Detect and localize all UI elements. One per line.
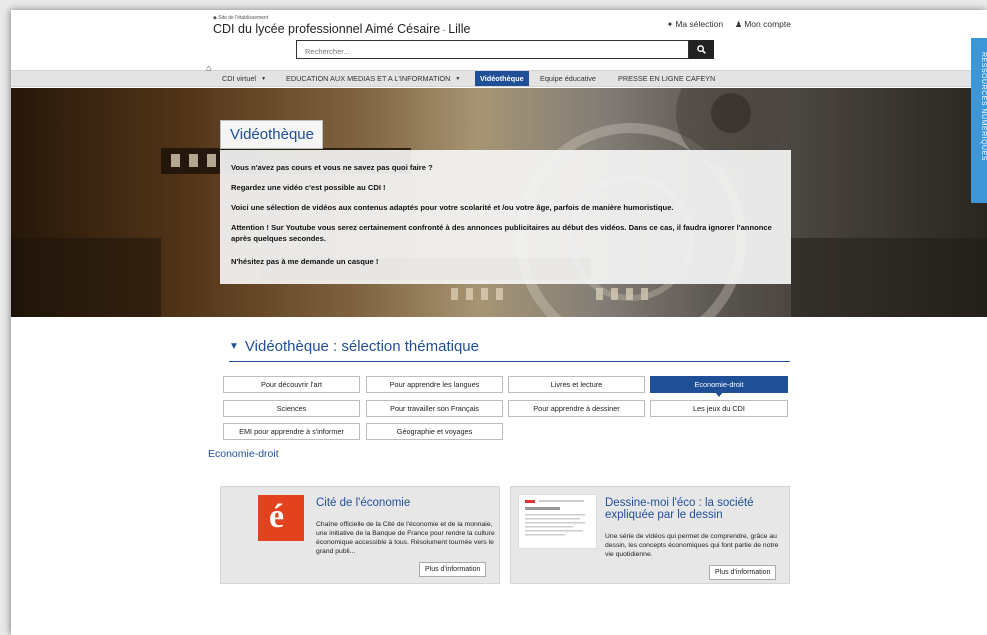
site-title-text: CDI du lycée professionnel Aimé Césaire xyxy=(213,22,441,36)
tag-emi-informer[interactable]: EMI pour apprendre à s'informer xyxy=(223,423,360,440)
nav-item-label: Vidéothèque xyxy=(480,74,524,83)
nav-item-label: Equipe éducative xyxy=(540,74,596,83)
browser-page: ◆ Site de l'établissement CDI du lycée p… xyxy=(11,10,987,635)
tag-jeux-cdi[interactable]: Les jeux du CDI xyxy=(650,400,788,417)
dessine-moi-eco-thumbnail xyxy=(518,494,597,549)
logo-letter: é xyxy=(269,498,285,535)
hero-title: Vidéothèque xyxy=(220,120,323,149)
site-title-city: Lille xyxy=(448,22,471,36)
hero-paragraph: N'hésitez pas à me demande un casque ! xyxy=(231,257,379,266)
active-filter-label: Economie-droit xyxy=(208,448,279,460)
hero-paragraph: Attention ! Sur Youtube vous serez certa… xyxy=(231,223,772,243)
tag-apprendre-dessiner[interactable]: Pour apprendre à dessiner xyxy=(508,400,645,417)
chevron-down-icon: ▼ xyxy=(455,75,461,82)
cite-economie-logo: é xyxy=(258,495,304,541)
resource-card-cite-economie[interactable]: é Cité de l'économie Chaîne officielle d… xyxy=(220,486,500,584)
tag-economie-droit[interactable]: Economie-droit xyxy=(650,376,788,397)
site-title-separator: - xyxy=(440,25,449,35)
tag-decouvrir-art[interactable]: Pour découvrir l'art xyxy=(223,376,360,393)
section-title[interactable]: ▼ Vidéothèque : sélection thématique xyxy=(229,338,479,355)
hero-paragraph: Regardez une vidéo c'est possible au CDI… xyxy=(231,183,386,192)
tag-travailler-francais[interactable]: Pour travailler son Français xyxy=(366,400,503,417)
thumbnail-document-icon xyxy=(525,500,585,536)
nav-item-cdi-virtuel[interactable]: CDI virtuel ▼ xyxy=(217,71,271,86)
hero-intro-card: Vous n'avez pas cours et vous ne savez p… xyxy=(220,150,791,284)
nav-item-presse-cafeyn[interactable]: PRESSE EN LIGNE CAFEYN xyxy=(613,71,720,86)
card-title[interactable]: Dessine-moi l'éco : la société expliquée… xyxy=(605,497,785,521)
search-icon xyxy=(697,45,706,54)
tag-geographie-voyages[interactable]: Géographie et voyages xyxy=(366,423,503,440)
top-links: ✦ Ma sélection ♟ Mon compte xyxy=(667,19,791,29)
caret-down-icon: ▼ xyxy=(229,341,239,352)
nav-item-videotheque[interactable]: Vidéothèque xyxy=(475,71,529,86)
nav-item-label: EDUCATION AUX MEDIAS ET A L'INFORMATION xyxy=(286,74,451,83)
card-title[interactable]: Cité de l'économie xyxy=(316,497,496,509)
nav-item-label: PRESSE EN LIGNE CAFEYN xyxy=(618,74,716,83)
more-info-button[interactable]: Plus d'information xyxy=(709,565,777,580)
my-account-label: Mon compte xyxy=(744,19,791,29)
hero-paragraph: Vous n'avez pas cours et vous ne savez p… xyxy=(231,163,433,172)
card-description: Une série de vidéos qui permet de compre… xyxy=(605,533,779,558)
home-icon[interactable]: ⌂ xyxy=(206,63,211,73)
hero-paragraph: Voici une sélection de vidéos aux conten… xyxy=(231,203,674,212)
site-title[interactable]: CDI du lycée professionnel Aimé Césaire … xyxy=(213,22,470,36)
section-divider xyxy=(229,361,790,362)
tag-sciences[interactable]: Sciences xyxy=(223,400,360,417)
my-account-link[interactable]: ♟ Mon compte xyxy=(735,19,791,29)
site-etablissement-link[interactable]: ◆ Site de l'établissement xyxy=(213,15,268,21)
card-description: Chaîne officielle de la Cité de l'économ… xyxy=(316,521,495,555)
chevron-down-icon: ▼ xyxy=(261,75,267,82)
ressources-numeriques-tab[interactable]: RESSOURCES NUMÉRIQUES xyxy=(971,38,987,203)
user-icon: ♟ xyxy=(735,20,743,29)
tag-apprendre-langues[interactable]: Pour apprendre les langues xyxy=(366,376,503,393)
resource-card-dessine-moi-eco[interactable]: Dessine-moi l'éco : la société expliquée… xyxy=(510,486,790,584)
nav-item-emi[interactable]: EDUCATION AUX MEDIAS ET A L'INFORMATION ▼ xyxy=(281,71,465,86)
nav-item-label: CDI virtuel xyxy=(222,74,257,83)
more-info-button[interactable]: Plus d'information xyxy=(419,562,487,577)
nav-item-equipe-educative[interactable]: Equipe éducative xyxy=(535,71,601,86)
search-button[interactable] xyxy=(689,40,714,59)
tag-livres-lecture[interactable]: Livres et lecture xyxy=(508,376,645,393)
my-selection-link[interactable]: ✦ Ma sélection xyxy=(667,19,723,29)
section-title-text: Vidéothèque : sélection thématique xyxy=(244,338,479,355)
my-selection-label: Ma sélection xyxy=(675,19,724,29)
search-box xyxy=(296,40,689,60)
pin-icon: ✦ xyxy=(666,20,674,29)
search-input[interactable] xyxy=(297,43,688,60)
side-tab-label: RESSOURCES NUMÉRIQUES xyxy=(980,52,987,161)
